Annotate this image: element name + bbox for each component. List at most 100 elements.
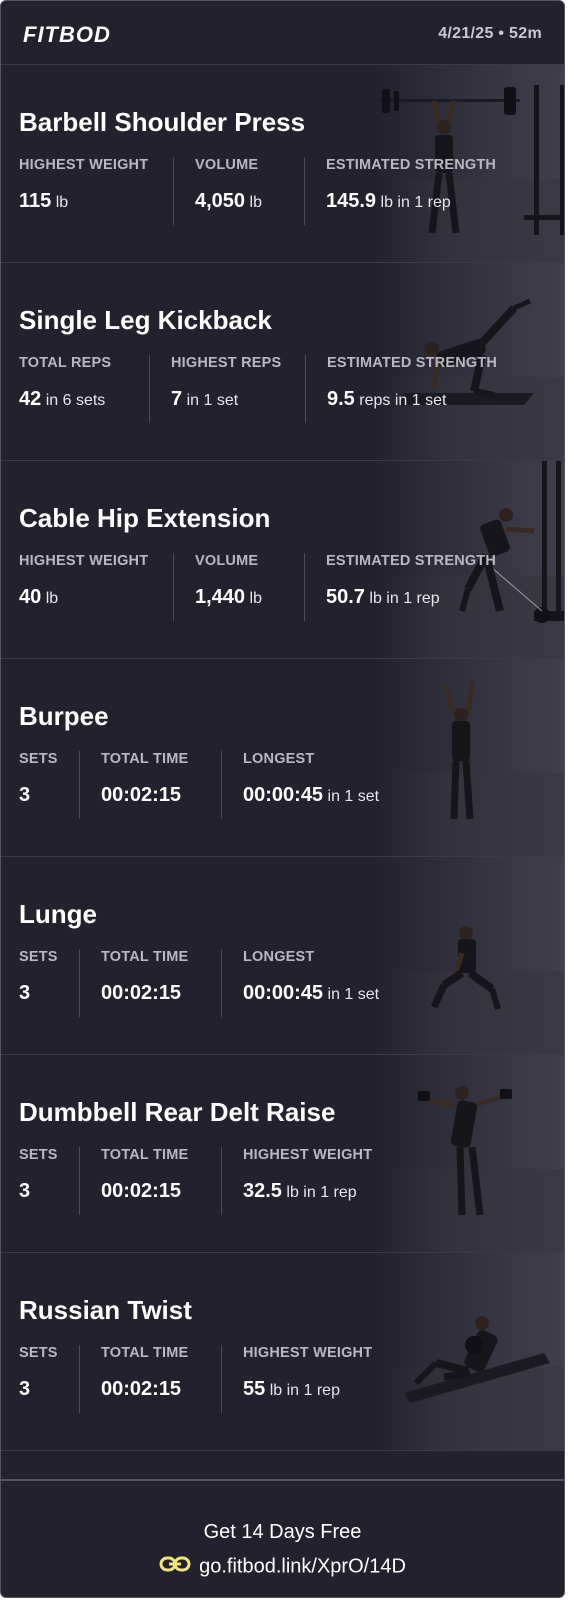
stat-label: SETS: [19, 751, 58, 767]
stat-label: LONGEST: [243, 751, 315, 767]
stat-number: 3: [19, 1180, 31, 1202]
stat-value: 3: [19, 1180, 30, 1203]
stat-unit: lb in 1 rep: [269, 1382, 340, 1399]
exercise-image: [374, 659, 564, 856]
stat-number: 00:02:15: [101, 1378, 182, 1400]
stat-number: 00:02:15: [101, 784, 182, 806]
stat-label: TOTAL TIME: [101, 949, 189, 965]
stat-number: 3: [19, 784, 31, 806]
stat-number: 00:02:15: [101, 1180, 182, 1202]
stat-label: TOTAL TIME: [101, 1345, 189, 1361]
stat-unit: lb: [249, 194, 262, 211]
stat-unit: lb: [55, 194, 69, 211]
stat-unit: lb in 1 rep: [369, 590, 440, 607]
stat-value: 00:02:15: [101, 784, 181, 807]
exercise-row[interactable]: Russian Twist SETS 3 TOTAL TIME 00:02:15…: [1, 1253, 564, 1451]
workout-date-duration: 4/21/25 • 52m: [438, 25, 542, 42]
stat-number: 42: [19, 388, 42, 410]
header: FITBOD 4/21/25 • 52m: [1, 1, 564, 65]
stat-number: 115: [19, 190, 52, 212]
stat-number: 40: [19, 586, 42, 608]
stat-value: 55 lb in 1 rep: [243, 1378, 340, 1401]
stat-number: 1,440: [195, 586, 246, 608]
stat-value: 00:02:15: [101, 1180, 181, 1203]
exercise-name: Russian Twist: [19, 1295, 192, 1325]
stat-value: 9.5 reps in 1 set: [327, 388, 446, 411]
exercise-name: Dumbbell Rear Delt Raise: [19, 1097, 336, 1127]
stat-value: 00:02:15: [101, 1378, 181, 1401]
stat-unit: lb: [249, 590, 262, 607]
stat-unit: lb in 1 rep: [380, 194, 451, 211]
stat-number: 00:02:15: [101, 982, 182, 1004]
exercise-row[interactable]: Dumbbell Rear Delt Raise SETS 3 TOTAL TI…: [1, 1055, 564, 1253]
stat-label: HIGHEST WEIGHT: [243, 1345, 373, 1361]
stat-value: 50.7 lb in 1 rep: [326, 586, 440, 609]
stat-label: SETS: [19, 949, 58, 965]
exercise-row[interactable]: Single Leg Kickback TOTAL REPS 42 in 6 s…: [1, 263, 564, 461]
free-trial-cta[interactable]: Get 14 Days Free: [1, 1521, 564, 1544]
exercise-image: [374, 1055, 564, 1252]
stat-label: TOTAL REPS: [19, 355, 112, 371]
stat-number: 4,050: [195, 190, 246, 212]
stat-label: VOLUME: [195, 553, 259, 569]
stat-value: 115 lb: [19, 190, 68, 213]
stat-unit: lb: [45, 590, 59, 607]
stat-unit: lb in 1 rep: [286, 1184, 357, 1201]
trial-link[interactable]: go.fitbod.link/XprO/14D: [1, 1555, 564, 1579]
stat-label: HIGHEST WEIGHT: [243, 1147, 373, 1163]
footer: Get 14 Days Free go.fitbod.link/XprO/14D: [1, 1479, 564, 1597]
stat-number: 9.5: [327, 388, 355, 410]
stat-label: TOTAL TIME: [101, 751, 189, 767]
stat-value: 145.9 lb in 1 rep: [326, 190, 451, 213]
stat-value: 3: [19, 1378, 30, 1401]
stat-label: HIGHEST WEIGHT: [19, 157, 149, 173]
exercise-row[interactable]: Lunge SETS 3 TOTAL TIME 00:02:15 LONGEST…: [1, 857, 564, 1055]
rear-delt-raise-figure-icon: [418, 1086, 512, 1216]
exercise-name: Burpee: [19, 701, 109, 731]
exercise-name: Single Leg Kickback: [19, 305, 272, 335]
stat-value: 42 in 6 sets: [19, 388, 105, 411]
stat-label: TOTAL TIME: [101, 1147, 189, 1163]
stat-number: 3: [19, 1378, 31, 1400]
stat-value: 4,050 lb: [195, 190, 262, 213]
stat-label: ESTIMATED STRENGTH: [327, 355, 498, 371]
stat-unit: in 6 sets: [45, 392, 106, 409]
stat-label: HIGHEST REPS: [171, 355, 282, 371]
stat-value: 1,440 lb: [195, 586, 262, 609]
burpee-figure-icon: [443, 680, 475, 820]
exercise-row[interactable]: Burpee SETS 3 TOTAL TIME 00:02:15 LONGES…: [1, 659, 564, 857]
stat-value: 3: [19, 982, 30, 1005]
stat-number: 145.9: [326, 190, 377, 212]
stat-number: 00:00:45: [243, 982, 324, 1004]
stat-number: 3: [19, 982, 31, 1004]
stat-unit: in 1 set: [186, 392, 239, 409]
stat-value: 00:02:15: [101, 982, 181, 1005]
stat-value: 00:00:45 in 1 set: [243, 982, 379, 1005]
stat-label: ESTIMATED STRENGTH: [326, 157, 497, 173]
stat-number: 32.5: [243, 1180, 282, 1202]
exercise-row[interactable]: Cable Hip Extension HIGHEST WEIGHT 40 lb…: [1, 461, 564, 659]
exercise-name: Cable Hip Extension: [19, 503, 271, 533]
workout-summary-card: FITBOD 4/21/25 • 52m Barbell Shoulder Pr…: [0, 0, 565, 1598]
stat-label: LONGEST: [243, 949, 315, 965]
stat-label: ESTIMATED STRENGTH: [326, 553, 497, 569]
stat-number: 00:00:45: [243, 784, 324, 806]
stat-label: SETS: [19, 1147, 58, 1163]
stat-number: 55: [243, 1378, 266, 1400]
stat-value: 3: [19, 784, 30, 807]
link-icon: [159, 1555, 191, 1579]
exercise-name: Lunge: [19, 899, 97, 929]
footer-divider: [1, 1479, 564, 1481]
lunge-figure-icon: [430, 926, 501, 1010]
fitbod-logo: FITBOD: [23, 22, 111, 47]
stat-number: 7: [171, 388, 183, 410]
stat-value: 40 lb: [19, 586, 58, 609]
stat-unit: reps in 1 set: [359, 392, 447, 409]
exercise-row[interactable]: Barbell Shoulder Press HIGHEST WEIGHT 11…: [1, 65, 564, 263]
stat-number: 50.7: [326, 586, 365, 608]
stat-label: VOLUME: [195, 157, 259, 173]
russian-twist-figure-icon: [404, 1316, 550, 1403]
stat-label: SETS: [19, 1345, 58, 1361]
exercise-name: Barbell Shoulder Press: [19, 107, 306, 137]
trial-link-text[interactable]: go.fitbod.link/XprO/14D: [199, 1556, 406, 1578]
